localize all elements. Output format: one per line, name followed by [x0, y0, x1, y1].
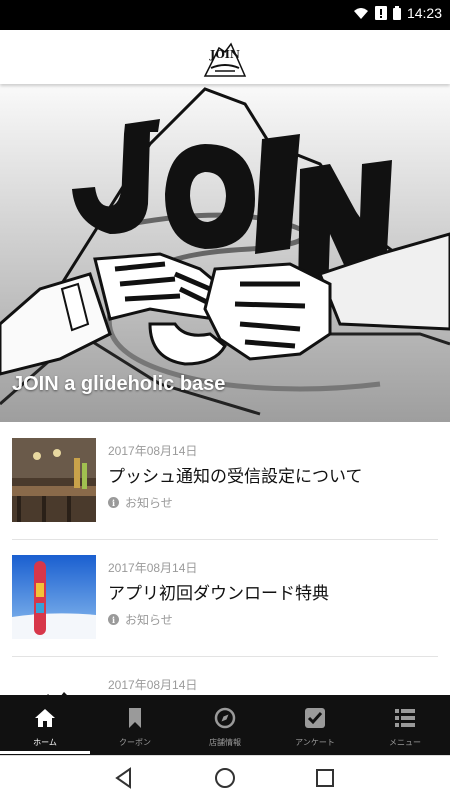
compass-icon: [214, 707, 236, 729]
svg-text:JOIN: JOIN: [209, 48, 240, 61]
tab-store-info[interactable]: 店舗情報: [180, 695, 270, 755]
bookmark-icon: [129, 708, 141, 728]
recents-icon[interactable]: [314, 767, 336, 789]
news-list: 2017年08月14日 プッシュ通知の受信設定について i お知らせ 2017年…: [0, 422, 450, 696]
news-thumbnail-shop: [12, 438, 96, 522]
hero-title: JOIN a glideholic base: [12, 373, 226, 395]
tab-coupon[interactable]: クーポン: [90, 695, 180, 755]
news-thumbnail-logo: [12, 672, 96, 696]
back-icon[interactable]: [113, 767, 135, 789]
home-circle-icon[interactable]: [214, 767, 236, 789]
news-category: i お知らせ: [108, 494, 438, 511]
app-header: JOIN: [0, 30, 450, 84]
tab-label: ホーム: [33, 738, 57, 747]
news-title: アプリ初回ダウンロード特典: [108, 584, 329, 604]
battery-icon: [392, 6, 401, 20]
info-icon: i: [108, 614, 119, 625]
bottom-tab-bar: ホーム クーポン 店舗情報 アンケート メニュー: [0, 695, 450, 755]
news-date: 2017年08月14日: [108, 678, 198, 692]
join-logo[interactable]: JOIN: [199, 38, 251, 78]
checkbox-icon: [305, 708, 325, 728]
system-nav-bar: [0, 755, 450, 801]
tab-survey[interactable]: アンケート: [270, 695, 360, 755]
news-category-label: お知らせ: [125, 496, 173, 510]
tab-label: メニュー: [389, 738, 421, 747]
hero-banner[interactable]: JOIN a glideholic base: [0, 84, 450, 422]
news-item[interactable]: 2017年08月14日: [12, 656, 438, 696]
news-title: プッシュ通知の受信設定について: [108, 467, 363, 487]
home-icon: [35, 709, 55, 727]
news-item[interactable]: 2017年08月14日 プッシュ通知の受信設定について i お知らせ: [12, 422, 438, 540]
tab-menu[interactable]: メニュー: [360, 695, 450, 755]
news-date: 2017年08月14日: [108, 444, 198, 458]
tab-label: 店舗情報: [209, 738, 241, 747]
news-category: i お知らせ: [108, 611, 438, 628]
alert-icon: [374, 6, 387, 20]
info-icon: i: [108, 497, 119, 508]
wifi-icon: [353, 8, 368, 19]
news-date: 2017年08月14日: [108, 561, 198, 575]
tab-home[interactable]: ホーム: [0, 695, 90, 755]
news-item[interactable]: 2017年08月14日 アプリ初回ダウンロード特典 i お知らせ: [12, 539, 438, 657]
tab-label: クーポン: [119, 738, 151, 747]
status-bar: 14:23: [0, 0, 450, 30]
hero-illustration: [0, 87, 450, 416]
news-category-label: お知らせ: [125, 613, 173, 627]
clock: 14:23: [406, 5, 442, 21]
tab-label: アンケート: [295, 738, 335, 747]
menu-list-icon: [395, 709, 415, 727]
news-thumbnail-snowboard: [12, 555, 96, 639]
